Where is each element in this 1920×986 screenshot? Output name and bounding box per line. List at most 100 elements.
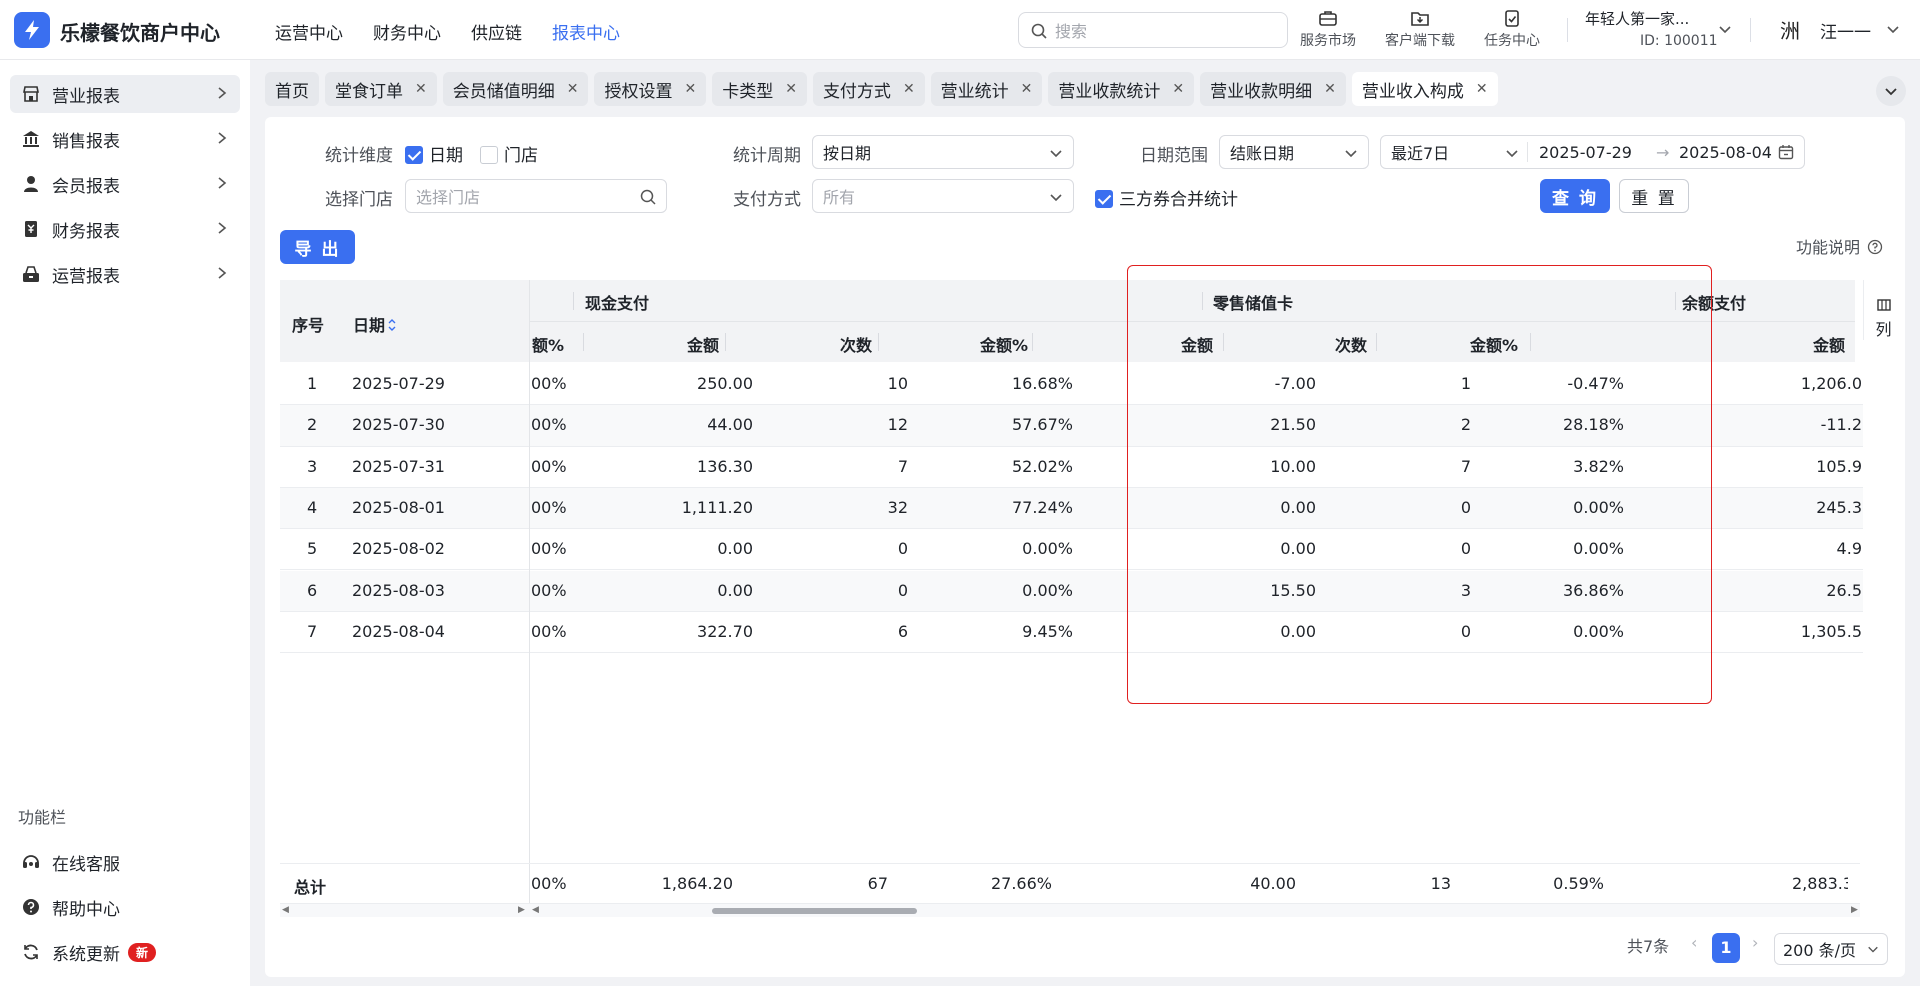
help-icon [23, 899, 39, 915]
store-name[interactable]: 年轻人第一家... [1585, 8, 1689, 29]
search-input[interactable] [1055, 19, 1275, 43]
tab-income-composition[interactable]: 营业收入构成 ✕ [1351, 72, 1498, 106]
dim-store-checkbox[interactable]: 门店 [480, 141, 538, 166]
checkbox-checked[interactable] [405, 146, 423, 164]
func-item-help-center[interactable]: 帮助中心 [10, 888, 240, 926]
cell-date: 2025-08-02 [352, 539, 445, 559]
sidebar-item-business-report[interactable]: 营业报表 [10, 75, 240, 113]
total-row: 总计 00% 1,864.20 67 27.66% 40.00 13 0.59%… [280, 863, 1860, 903]
sidebar-item-finance-report[interactable]: 财务报表 [10, 210, 240, 248]
tool-client-download[interactable]: 客户端下载 [1385, 8, 1455, 50]
sort-icon[interactable] [387, 318, 397, 332]
tab-collection-detail[interactable]: 营业收款明细 ✕ [1200, 72, 1346, 106]
chevron-right-icon [216, 85, 228, 104]
briefcase-icon [1319, 11, 1337, 26]
tool-task-center[interactable]: 任务中心 [1484, 8, 1540, 50]
period-value: 按日期 [823, 144, 872, 163]
cell-idx: 7 [307, 621, 318, 641]
columns-setting-button[interactable]: 列 [1863, 280, 1903, 340]
sidebar-item-ops-report[interactable]: 运营报表 [10, 255, 240, 293]
tab-home[interactable]: 首页 [265, 72, 319, 106]
divider [1567, 18, 1568, 42]
reset-button[interactable]: 重 置 [1619, 179, 1689, 213]
tabs-more-button[interactable] [1876, 76, 1906, 106]
cell-idx: 2 [307, 415, 318, 435]
close-icon[interactable]: ✕ [785, 81, 797, 97]
user-name[interactable]: 汪一一 [1820, 18, 1871, 43]
scroll-left-icon[interactable]: ◀ [532, 905, 539, 915]
app-logo[interactable] [14, 12, 50, 48]
tab-collection-stats[interactable]: 营业收款统计 ✕ [1048, 72, 1195, 106]
date-start[interactable]: 2025-07-29 [1539, 143, 1632, 162]
horizontal-scrollbar[interactable]: ◀ ▶ ◀ ▶ [280, 903, 1860, 917]
range-type-value: 结账日期 [1230, 144, 1295, 163]
sidebar-item-label: 财务报表 [52, 221, 120, 242]
pay-method-select[interactable]: 所有 [812, 179, 1074, 213]
cell-bal-amt: 245.3 [1816, 497, 1862, 517]
total-cash-count: 67 [867, 874, 888, 893]
cell-cash-cnt: 12 [887, 415, 908, 435]
fixed-column-divider [529, 280, 530, 905]
close-icon[interactable]: ✕ [684, 81, 696, 97]
chevron-down-icon[interactable] [1886, 22, 1900, 36]
merge-voucher-checkbox[interactable]: 三方券合并统计 [1095, 185, 1238, 210]
cash-register-icon [23, 266, 39, 282]
chevron-down-icon [1506, 150, 1518, 158]
store-id: ID: 100011 [1640, 33, 1718, 49]
close-icon[interactable]: ✕ [903, 81, 915, 97]
func-item-system-update[interactable]: 系统更新 新 [10, 933, 240, 971]
tab-business-stats[interactable]: 营业统计 ✕ [930, 72, 1043, 106]
export-button[interactable]: 导 出 [280, 230, 355, 264]
tool-service-market[interactable]: 服务市场 [1300, 8, 1356, 50]
range-preset[interactable]: 最近7日 [1391, 140, 1449, 164]
topnav-ops[interactable]: 运营中心 [275, 19, 343, 44]
cell-cash-cnt: 0 [897, 580, 908, 600]
search-box[interactable] [1018, 12, 1288, 48]
close-icon[interactable]: ✕ [1324, 81, 1336, 97]
chevron-down-icon [1345, 150, 1357, 158]
pager-current-page[interactable]: 1 [1712, 933, 1740, 963]
bank-icon [23, 131, 39, 147]
tab-auth-settings[interactable]: 授权设置 ✕ [594, 72, 707, 106]
scroll-right-icon[interactable]: ▶ [518, 905, 525, 915]
pager-next-icon[interactable]: › [1752, 933, 1758, 952]
pager-size-select[interactable]: 200 条/页 [1774, 933, 1888, 965]
period-select[interactable]: 按日期 [812, 135, 1074, 169]
topnav-reports[interactable]: 报表中心 [552, 19, 620, 44]
query-button[interactable]: 查 询 [1540, 179, 1610, 213]
dim-date-checkbox[interactable]: 日期 [405, 141, 463, 166]
sidebar-item-sales-report[interactable]: 销售报表 [10, 120, 240, 158]
scroll-right-icon[interactable]: ▶ [1851, 905, 1858, 915]
calendar-icon[interactable] [1778, 144, 1794, 160]
chevron-down-icon[interactable] [1718, 22, 1732, 36]
tab-card-type[interactable]: 卡类型 ✕ [712, 72, 807, 106]
tab-label: 营业收款明细 [1210, 81, 1313, 102]
close-icon[interactable]: ✕ [415, 81, 427, 97]
chevron-right-icon [216, 175, 228, 194]
tab-dine-in-orders[interactable]: 堂食订单 ✕ [325, 72, 437, 106]
topnav-supply[interactable]: 供应链 [471, 19, 522, 44]
close-icon[interactable]: ✕ [567, 81, 579, 97]
tab-payment-method[interactable]: 支付方式 ✕ [812, 72, 925, 106]
checkbox-checked[interactable] [1095, 190, 1113, 208]
avatar[interactable]: 洲 [1773, 14, 1807, 48]
checkbox-unchecked[interactable] [480, 146, 498, 164]
func-item-online-service[interactable]: 在线客服 [10, 843, 240, 881]
close-icon[interactable]: ✕ [1172, 81, 1184, 97]
help-link-label: 功能说明 [1796, 238, 1861, 257]
scroll-left-icon[interactable]: ◀ [282, 905, 289, 915]
tab-member-deposit[interactable]: 会员储值明细 ✕ [442, 72, 589, 106]
date-end[interactable]: 2025-08-04 [1679, 143, 1772, 162]
cell-prev: 00% [531, 580, 567, 600]
pager-prev-icon[interactable]: ‹ [1691, 933, 1697, 952]
close-icon[interactable]: ✕ [1476, 81, 1488, 97]
header-date[interactable]: 日期 [353, 312, 397, 336]
date-range-picker[interactable]: 最近7日 2025-07-29 → 2025-08-04 [1380, 135, 1805, 169]
close-icon[interactable]: ✕ [1021, 81, 1033, 97]
scrollbar-thumb[interactable] [712, 908, 917, 914]
store-select[interactable]: 选择门店 [405, 179, 667, 213]
range-type-select[interactable]: 结账日期 [1219, 135, 1369, 169]
function-help-link[interactable]: 功能说明 [1796, 234, 1883, 258]
topnav-finance[interactable]: 财务中心 [373, 19, 441, 44]
sidebar-item-member-report[interactable]: 会员报表 [10, 165, 240, 203]
